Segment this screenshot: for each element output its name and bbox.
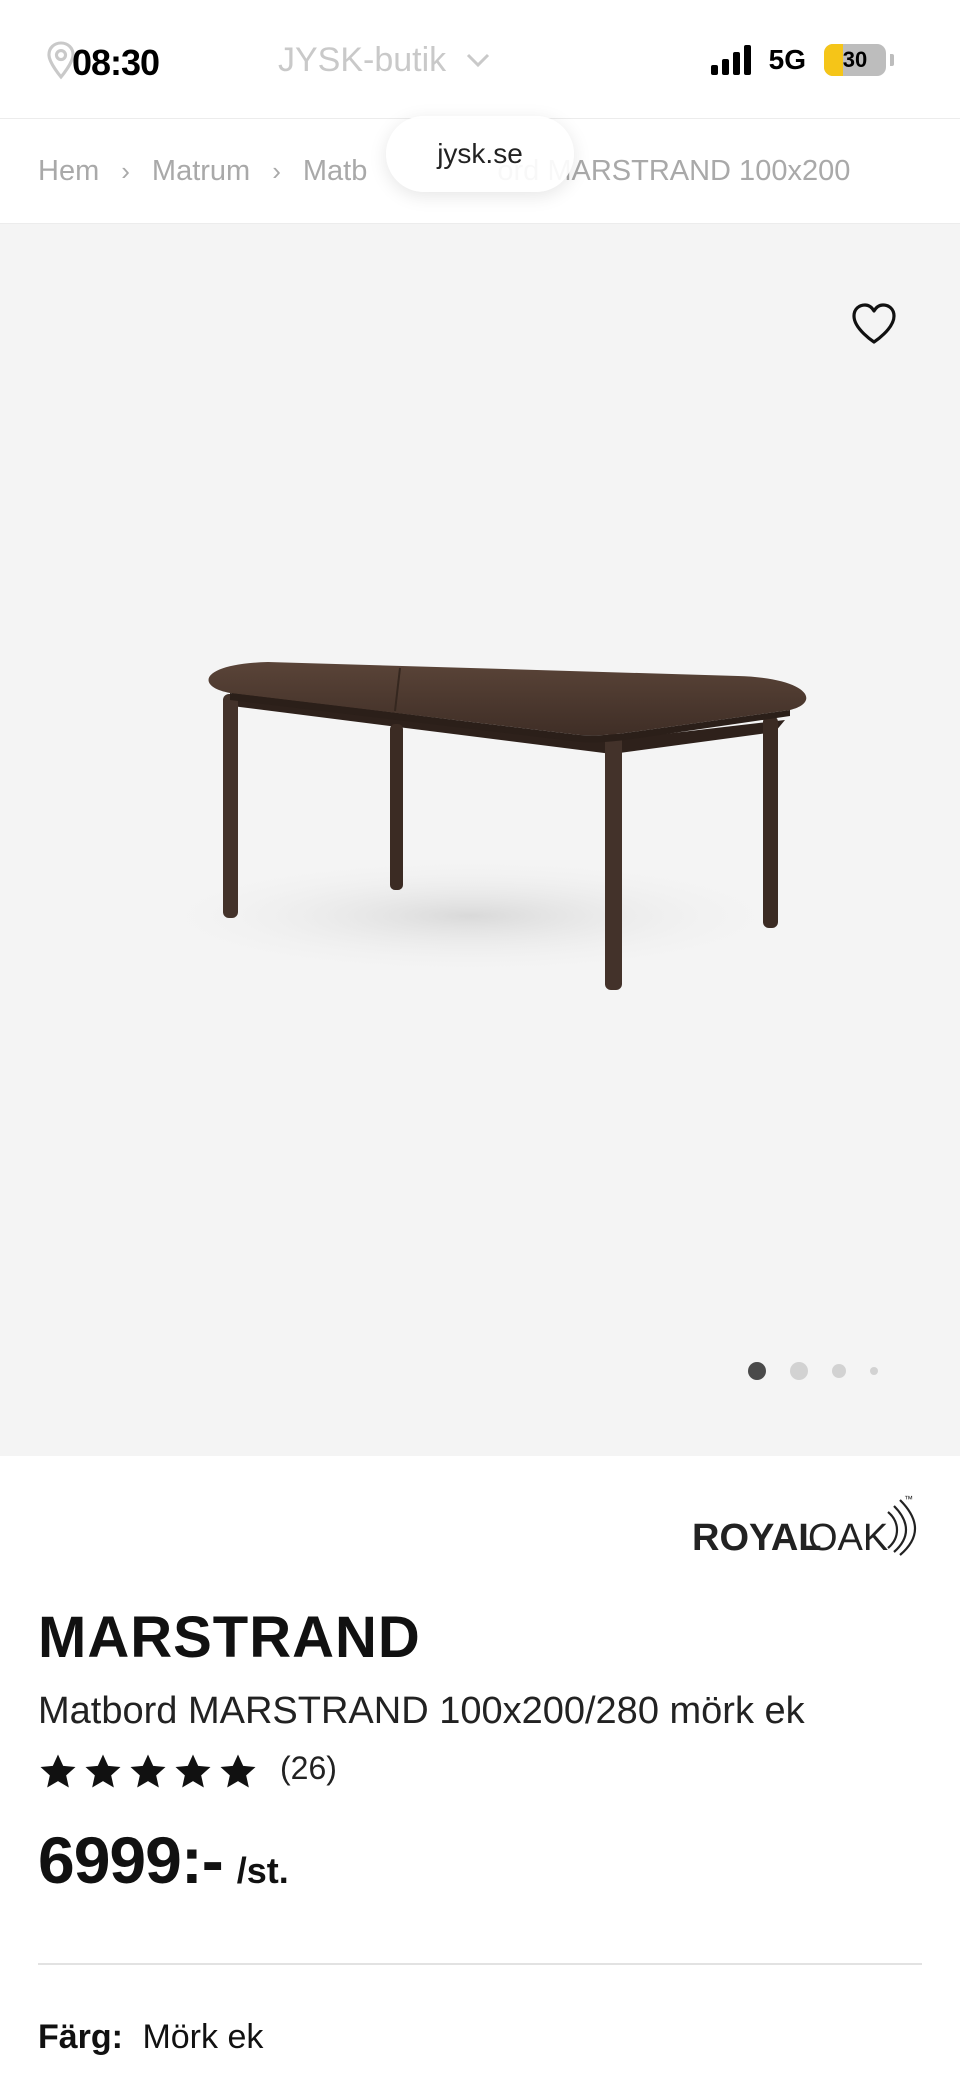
heart-icon[interactable] (850, 302, 898, 346)
url-text: jysk.se (437, 138, 523, 169)
divider (38, 1963, 922, 1965)
color-option[interactable]: Färg: Mörk ek (38, 2018, 263, 2057)
breadcrumb-separator-icon: › (272, 155, 281, 186)
url-pill[interactable]: jysk.se (386, 116, 574, 192)
price-value: 6999:- (38, 1823, 224, 1897)
status-bar: JYSK-butik 08:30 5G 30 (0, 0, 960, 120)
product-description: Matbord MARSTRAND 100x200/280 mörk ek (38, 1690, 805, 1732)
product-gallery[interactable] (0, 224, 960, 1456)
network-type: 5G (768, 44, 806, 75)
chevron-down-icon (467, 53, 490, 68)
brand-logo-royal-oak: ROYAL OAK ™ (692, 1494, 916, 1558)
brand-logo-text-oak: OAK (808, 1517, 888, 1558)
brand-logo-text-royal: ROYAL (692, 1517, 822, 1558)
star-icon (220, 1754, 256, 1788)
breadcrumb-item-matbord[interactable]: Matb (303, 155, 367, 188)
battery-icon: 30 (824, 44, 886, 76)
star-icon (40, 1754, 76, 1788)
price-unit: /st. (236, 1850, 289, 1891)
status-icons: 5G 30 (710, 44, 894, 76)
battery-percent: 30 (842, 47, 868, 72)
status-time: 08:30 (72, 42, 160, 83)
star-icon (175, 1754, 211, 1788)
gallery-dot[interactable] (790, 1362, 808, 1380)
gallery-dot-active[interactable] (748, 1362, 766, 1380)
cellular-signal-icon (710, 45, 751, 75)
breadcrumb-separator-icon: › (121, 155, 130, 186)
breadcrumb-item-matrum[interactable]: Matrum (152, 155, 250, 188)
store-picker-label: JYSK-butik (278, 40, 447, 79)
gallery-dot[interactable] (870, 1367, 878, 1375)
star-icon (130, 1754, 166, 1788)
color-label: Färg: (38, 2018, 123, 2056)
breadcrumb-item-home[interactable]: Hem (38, 155, 99, 188)
gallery-dot[interactable] (832, 1364, 846, 1378)
product-price: 6999:- /st. (38, 1822, 289, 1898)
gallery-pagination (748, 1362, 878, 1380)
product-rating[interactable]: (26) (38, 1750, 337, 1792)
brand-logo-tm: ™ (904, 1494, 913, 1504)
star-icon (85, 1754, 121, 1788)
rating-count[interactable]: (26) (280, 1750, 337, 1787)
product-title: MARSTRAND (38, 1605, 421, 1670)
battery-tip (890, 54, 894, 66)
color-value: Mörk ek (142, 2018, 264, 2056)
dining-table-image (140, 662, 807, 990)
